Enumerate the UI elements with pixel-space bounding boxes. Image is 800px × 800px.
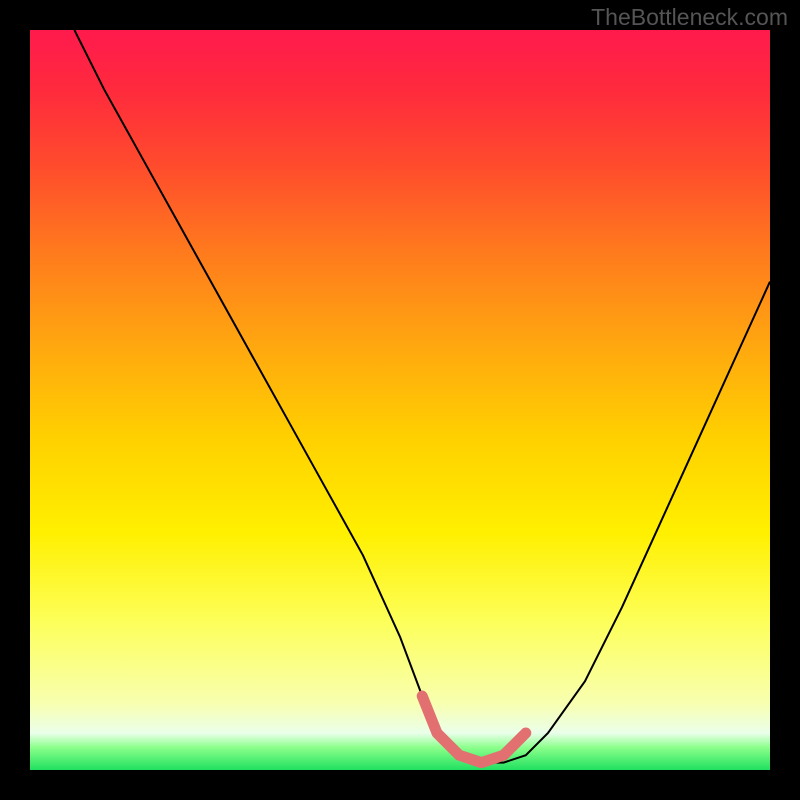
optimal-range-curve (422, 696, 526, 763)
chart-svg (30, 30, 770, 770)
chart-plot-area (30, 30, 770, 770)
watermark-text: TheBottleneck.com (591, 4, 788, 31)
bottleneck-curve (74, 30, 770, 763)
